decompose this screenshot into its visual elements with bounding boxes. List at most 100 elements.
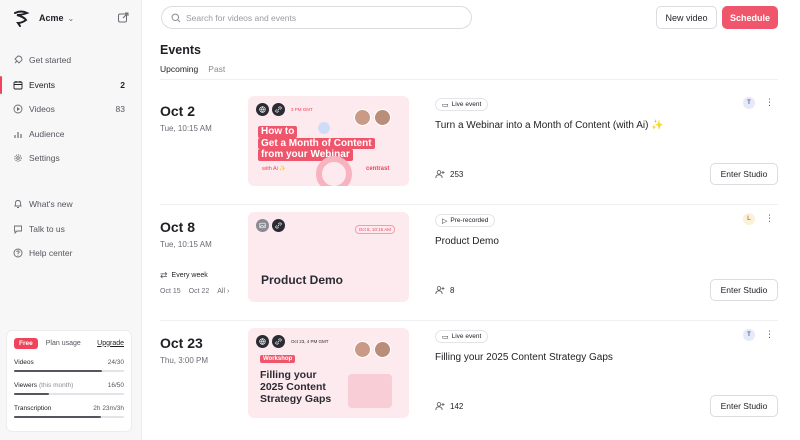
event-type: Live event	[451, 101, 482, 108]
thumb-headline-1: Filling your	[260, 369, 317, 381]
speaker-avatar	[354, 341, 371, 358]
user-plus-icon	[435, 402, 445, 411]
external-link-icon[interactable]	[117, 11, 130, 24]
usage-name: Viewers	[14, 382, 38, 389]
speaker-avatar	[374, 341, 391, 358]
host-avatar[interactable]: T	[743, 329, 755, 341]
event-title[interactable]: Product Demo	[435, 236, 499, 247]
event-row: Oct 23 Thu, 3:00 PM Oct 23, 4 PM GMT Wor…	[160, 328, 800, 440]
globe-icon	[256, 103, 269, 116]
usage-value: 2h 23m/3h	[93, 405, 124, 412]
speaker-avatar	[354, 109, 371, 126]
usage-name: Videos	[14, 359, 34, 366]
calendar-icon	[13, 80, 23, 90]
event-row: Oct 2 Tue, 10:15 AM 3 PM GMT How to Get …	[160, 96, 800, 212]
speaker-avatar	[374, 109, 391, 126]
usage-bar	[14, 370, 124, 372]
usage-name: Transcription	[14, 405, 52, 412]
user-plus-icon	[435, 170, 445, 179]
nav-item-settings[interactable]: Settings	[0, 146, 142, 171]
thumb-brand: centrast	[366, 166, 390, 172]
video-camera-icon: ▭	[442, 101, 449, 109]
event-thumbnail[interactable]: Oct 8, 10:15 AM Product Demo	[248, 212, 409, 302]
nav-item-help-center[interactable]: Help center	[0, 241, 142, 266]
event-title[interactable]: Filling your 2025 Content Strategy Gaps	[435, 352, 613, 363]
thumb-badge: Workshop	[260, 355, 296, 363]
recurrence: ⇄ Every week	[160, 270, 208, 281]
attendee-count: 253	[435, 169, 463, 179]
more-options-icon[interactable]: ⋮	[765, 213, 774, 224]
workspace-switcher[interactable]: Acme ⌄	[12, 8, 132, 28]
upgrade-link[interactable]: Upgrade	[97, 340, 124, 347]
event-thumbnail[interactable]: Oct 23, 4 PM GMT Workshop Filling your 2…	[248, 328, 409, 418]
plan-usage-card: Free Plan usage Upgrade Videos 24/30 Vie…	[6, 330, 132, 432]
nav-item-talk-to-us[interactable]: Talk to us	[0, 217, 142, 242]
nav-item-whats-new[interactable]: What's new	[0, 192, 142, 217]
video-camera-icon: ▭	[442, 333, 449, 341]
nav-item-audience[interactable]: Audience	[0, 122, 142, 147]
more-options-icon[interactable]: ⋮	[765, 329, 774, 340]
nav-item-get-started[interactable]: Get started	[0, 48, 142, 73]
event-thumbnail[interactable]: 3 PM GMT How to Get a Month of Content f…	[248, 96, 409, 186]
enter-studio-button[interactable]: Enter Studio	[710, 163, 778, 185]
divider	[160, 79, 778, 80]
event-time: Tue, 10:15 AM	[160, 240, 212, 249]
host-avatar[interactable]: T	[743, 97, 755, 109]
user-plus-icon	[435, 286, 445, 295]
usage-bar	[14, 393, 124, 395]
event-time: Thu, 3:00 PM	[160, 356, 209, 365]
repeat-icon: ⇄	[160, 270, 168, 280]
usage-row-transcription: Transcription 2h 23m/3h	[14, 404, 124, 413]
divider	[160, 320, 778, 321]
event-type: Pre-recorded	[450, 217, 489, 224]
occurrence-list: Oct 15 Oct 22 All ›	[160, 288, 237, 295]
thumb-headline-2: Get a Month of Content	[258, 137, 375, 149]
new-video-button[interactable]: New video	[656, 6, 717, 29]
gear-icon	[14, 154, 22, 162]
thumb-headline-3: Strategy Gaps	[260, 393, 332, 406]
usage-bar-fill	[14, 370, 102, 372]
thumb-tag: 3 PM GMT	[291, 107, 313, 112]
event-type-badge: ▭ Live event	[435, 330, 489, 343]
search-input[interactable]	[186, 12, 446, 23]
occurrence-all-link[interactable]: All ›	[217, 288, 229, 295]
nav-label: Talk to us	[29, 223, 65, 234]
nav-item-videos[interactable]: Videos 83	[0, 97, 142, 122]
nav-label: Audience	[29, 128, 65, 139]
nav-label: What's new	[29, 199, 73, 210]
occurrence-item[interactable]: Oct 22	[189, 288, 210, 295]
attendee-count: 8	[435, 285, 454, 295]
host-avatar[interactable]: L	[743, 213, 755, 225]
ai-bubble-icon	[318, 122, 330, 134]
occurrence-item[interactable]: Oct 15	[160, 288, 181, 295]
puzzle-illustration	[348, 374, 392, 408]
schedule-button[interactable]: Schedule	[722, 6, 778, 29]
usage-qualifier: (this month)	[39, 382, 74, 389]
nav-item-events[interactable]: Events 2	[0, 73, 142, 98]
chevron-down-icon: ⌄	[67, 13, 75, 23]
enter-studio-button[interactable]: Enter Studio	[710, 279, 778, 301]
usage-list: Videos 24/30 Viewers (this month) 16/50 …	[14, 358, 124, 418]
search-box[interactable]	[161, 6, 472, 29]
event-type: Live event	[451, 333, 482, 340]
nav-label: Events	[29, 79, 55, 90]
nav-count: 83	[115, 104, 125, 115]
usage-row-viewers: Viewers (this month) 16/50	[14, 381, 124, 390]
tab-upcoming[interactable]: Upcoming	[160, 64, 199, 80]
thumb-tag: Oct 23, 4 PM GMT	[291, 339, 329, 344]
rocket-icon	[14, 55, 23, 64]
nav-label: Settings	[29, 153, 60, 164]
thumb-headline: Filling your 2025 Content Strategy Gaps	[260, 369, 331, 405]
more-options-icon[interactable]: ⋮	[765, 97, 774, 108]
play-icon	[13, 104, 23, 114]
tab-past[interactable]: Past	[208, 64, 225, 80]
enter-studio-button[interactable]: Enter Studio	[710, 395, 778, 417]
nav-label: Help center	[29, 248, 73, 259]
usage-bar	[14, 416, 124, 418]
image-icon	[256, 219, 269, 232]
usage-row-videos: Videos 24/30	[14, 358, 124, 367]
event-title[interactable]: Turn a Webinar into a Month of Content (…	[435, 120, 664, 131]
play-icon: ▷	[442, 217, 448, 225]
attendee-number: 253	[450, 169, 464, 179]
event-tabs: Upcoming Past	[160, 64, 235, 80]
